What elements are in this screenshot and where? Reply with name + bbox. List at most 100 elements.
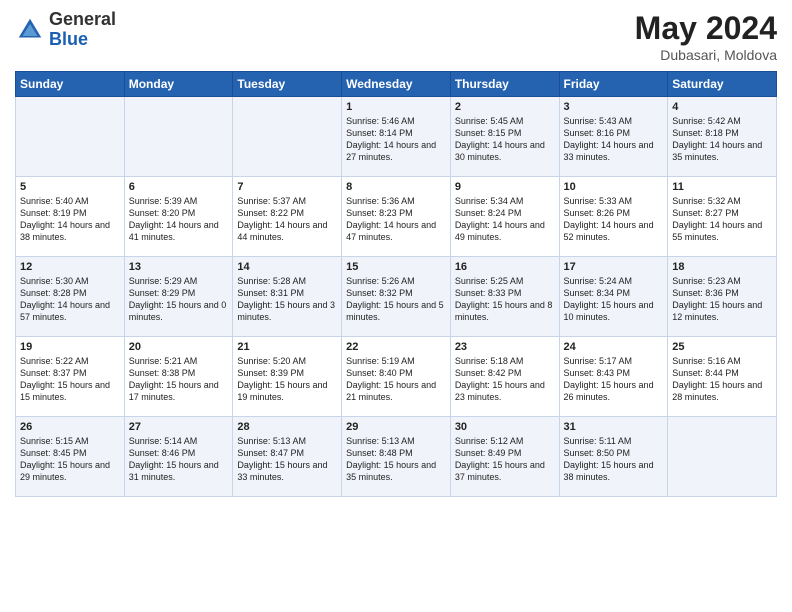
calendar-table: Sunday Monday Tuesday Wednesday Thursday… xyxy=(15,71,777,497)
cell-info: Sunrise: 5:12 AM Sunset: 8:49 PM Dayligh… xyxy=(455,435,555,484)
day-number: 29 xyxy=(346,421,446,433)
day-number: 30 xyxy=(455,421,555,433)
day-number: 19 xyxy=(20,341,120,353)
table-row: 17Sunrise: 5:24 AM Sunset: 8:34 PM Dayli… xyxy=(559,257,668,337)
cell-info: Sunrise: 5:37 AM Sunset: 8:22 PM Dayligh… xyxy=(237,195,337,244)
cell-info: Sunrise: 5:15 AM Sunset: 8:45 PM Dayligh… xyxy=(20,435,120,484)
cell-info: Sunrise: 5:28 AM Sunset: 8:31 PM Dayligh… xyxy=(237,275,337,324)
cell-info: Sunrise: 5:34 AM Sunset: 8:24 PM Dayligh… xyxy=(455,195,555,244)
day-number: 16 xyxy=(455,261,555,273)
cell-info: Sunrise: 5:39 AM Sunset: 8:20 PM Dayligh… xyxy=(129,195,229,244)
cell-info: Sunrise: 5:30 AM Sunset: 8:28 PM Dayligh… xyxy=(20,275,120,324)
table-row: 20 Sunrise: 5:21 AM Sunset: 8:38 PM Dayli… xyxy=(124,337,233,417)
day-number: 10 xyxy=(564,181,664,193)
table-row: 19 Sunrise: 5:22 AM Sunset: 8:37 PM Dayli… xyxy=(16,337,125,417)
calendar-week-3: 12 Sunrise: 5:30 AM Sunset: 8:28 PM Dayli… xyxy=(16,257,777,337)
header-row: Sunday Monday Tuesday Wednesday Thursday… xyxy=(16,72,777,97)
day-number: 23 xyxy=(455,341,555,353)
col-monday: Monday xyxy=(124,72,233,97)
cell-info: Sunrise: 5:13 AM Sunset: 8:48 PM Dayligh… xyxy=(346,435,446,484)
day-number: 9 xyxy=(455,181,555,193)
cell-info: Sunrise: 5:22 AM Sunset: 8:37 PM Dayligh… xyxy=(20,355,120,404)
table-row xyxy=(16,97,125,177)
table-row: 10 Sunrise: 5:33 AM Sunset: 8:26 PM Dayli… xyxy=(559,177,668,257)
day-number: 25 xyxy=(672,341,772,353)
col-sunday: Sunday xyxy=(16,72,125,97)
table-row: 2Sunrise: 5:45 AM Sunset: 8:15 PM Daylig… xyxy=(450,97,559,177)
cell-info: Sunrise: 5:14 AM Sunset: 8:46 PM Dayligh… xyxy=(129,435,229,484)
col-friday: Friday xyxy=(559,72,668,97)
cell-info: Sunrise: 5:17 AM Sunset: 8:43 PM Dayligh… xyxy=(564,355,664,404)
col-tuesday: Tuesday xyxy=(233,72,342,97)
day-number: 22 xyxy=(346,341,446,353)
table-row: 7 Sunrise: 5:37 AM Sunset: 8:22 PM Daylig… xyxy=(233,177,342,257)
table-row: 23 Sunrise: 5:18 AM Sunset: 8:42 PM Dayli… xyxy=(450,337,559,417)
table-row: 1 Sunrise: 5:46 AM Sunset: 8:14 PM Daylig… xyxy=(342,97,451,177)
table-row: 3Sunrise: 5:43 AM Sunset: 8:16 PM Daylig… xyxy=(559,97,668,177)
cell-info: Sunrise: 5:11 AM Sunset: 8:50 PM Dayligh… xyxy=(564,435,664,484)
table-row: 18Sunrise: 5:23 AM Sunset: 8:36 PM Dayli… xyxy=(668,257,777,337)
day-number: 11 xyxy=(672,181,772,193)
cell-info: Sunrise: 5:33 AM Sunset: 8:26 PM Dayligh… xyxy=(564,195,664,244)
table-row: 9 Sunrise: 5:34 AM Sunset: 8:24 PM Daylig… xyxy=(450,177,559,257)
cell-info: Sunrise: 5:24 AM Sunset: 8:34 PM Dayligh… xyxy=(564,275,664,324)
day-number: 2 xyxy=(455,101,555,113)
table-row xyxy=(668,417,777,497)
cell-info: Sunrise: 5:29 AM Sunset: 8:29 PM Dayligh… xyxy=(129,275,229,324)
table-row: 29 Sunrise: 5:13 AM Sunset: 8:48 PM Dayli… xyxy=(342,417,451,497)
cell-info: Sunrise: 5:25 AM Sunset: 8:33 PM Dayligh… xyxy=(455,275,555,324)
logo-blue: Blue xyxy=(49,30,116,50)
table-row xyxy=(233,97,342,177)
table-row: 21Sunrise: 5:20 AM Sunset: 8:39 PM Dayli… xyxy=(233,337,342,417)
month-title: May 2024 xyxy=(635,10,777,47)
table-row: 4Sunrise: 5:42 AM Sunset: 8:18 PM Daylig… xyxy=(668,97,777,177)
table-row: 8Sunrise: 5:36 AM Sunset: 8:23 PM Daylig… xyxy=(342,177,451,257)
calendar-week-4: 19 Sunrise: 5:22 AM Sunset: 8:37 PM Dayli… xyxy=(16,337,777,417)
day-number: 31 xyxy=(564,421,664,433)
cell-info: Sunrise: 5:42 AM Sunset: 8:18 PM Dayligh… xyxy=(672,115,772,164)
title-block: May 2024 Dubasari, Moldova xyxy=(635,10,777,63)
day-number: 1 xyxy=(346,101,446,113)
day-number: 24 xyxy=(564,341,664,353)
table-row: 27 Sunrise: 5:14 AM Sunset: 8:46 PM Dayli… xyxy=(124,417,233,497)
subtitle: Dubasari, Moldova xyxy=(635,47,777,63)
page: General Blue May 2024 Dubasari, Moldova … xyxy=(0,0,792,612)
table-row: 22Sunrise: 5:19 AM Sunset: 8:40 PM Dayli… xyxy=(342,337,451,417)
day-number: 21 xyxy=(237,341,337,353)
table-row: 11Sunrise: 5:32 AM Sunset: 8:27 PM Dayli… xyxy=(668,177,777,257)
day-number: 7 xyxy=(237,181,337,193)
col-saturday: Saturday xyxy=(668,72,777,97)
col-wednesday: Wednesday xyxy=(342,72,451,97)
day-number: 18 xyxy=(672,261,772,273)
cell-info: Sunrise: 5:46 AM Sunset: 8:14 PM Dayligh… xyxy=(346,115,446,164)
table-row xyxy=(124,97,233,177)
cell-info: Sunrise: 5:18 AM Sunset: 8:42 PM Dayligh… xyxy=(455,355,555,404)
logo: General Blue xyxy=(15,10,116,50)
logo-general: General xyxy=(49,10,116,30)
cell-info: Sunrise: 5:40 AM Sunset: 8:19 PM Dayligh… xyxy=(20,195,120,244)
day-number: 27 xyxy=(129,421,229,433)
cell-info: Sunrise: 5:13 AM Sunset: 8:47 PM Dayligh… xyxy=(237,435,337,484)
table-row: 14 Sunrise: 5:28 AM Sunset: 8:31 PM Dayli… xyxy=(233,257,342,337)
day-number: 3 xyxy=(564,101,664,113)
cell-info: Sunrise: 5:16 AM Sunset: 8:44 PM Dayligh… xyxy=(672,355,772,404)
day-number: 14 xyxy=(237,261,337,273)
day-number: 26 xyxy=(20,421,120,433)
table-row: 6 Sunrise: 5:39 AM Sunset: 8:20 PM Daylig… xyxy=(124,177,233,257)
table-row: 26 Sunrise: 5:15 AM Sunset: 8:45 PM Dayli… xyxy=(16,417,125,497)
calendar-header: Sunday Monday Tuesday Wednesday Thursday… xyxy=(16,72,777,97)
col-thursday: Thursday xyxy=(450,72,559,97)
table-row: 15Sunrise: 5:26 AM Sunset: 8:32 PM Dayli… xyxy=(342,257,451,337)
day-number: 13 xyxy=(129,261,229,273)
table-row: 12 Sunrise: 5:30 AM Sunset: 8:28 PM Dayli… xyxy=(16,257,125,337)
logo-icon xyxy=(15,15,45,45)
table-row: 13 Sunrise: 5:29 AM Sunset: 8:29 PM Dayli… xyxy=(124,257,233,337)
cell-info: Sunrise: 5:36 AM Sunset: 8:23 PM Dayligh… xyxy=(346,195,446,244)
day-number: 20 xyxy=(129,341,229,353)
cell-info: Sunrise: 5:21 AM Sunset: 8:38 PM Dayligh… xyxy=(129,355,229,404)
calendar-week-1: 1 Sunrise: 5:46 AM Sunset: 8:14 PM Daylig… xyxy=(16,97,777,177)
calendar-week-2: 5Sunrise: 5:40 AM Sunset: 8:19 PM Daylig… xyxy=(16,177,777,257)
day-number: 12 xyxy=(20,261,120,273)
logo-text: General Blue xyxy=(49,10,116,50)
day-number: 6 xyxy=(129,181,229,193)
